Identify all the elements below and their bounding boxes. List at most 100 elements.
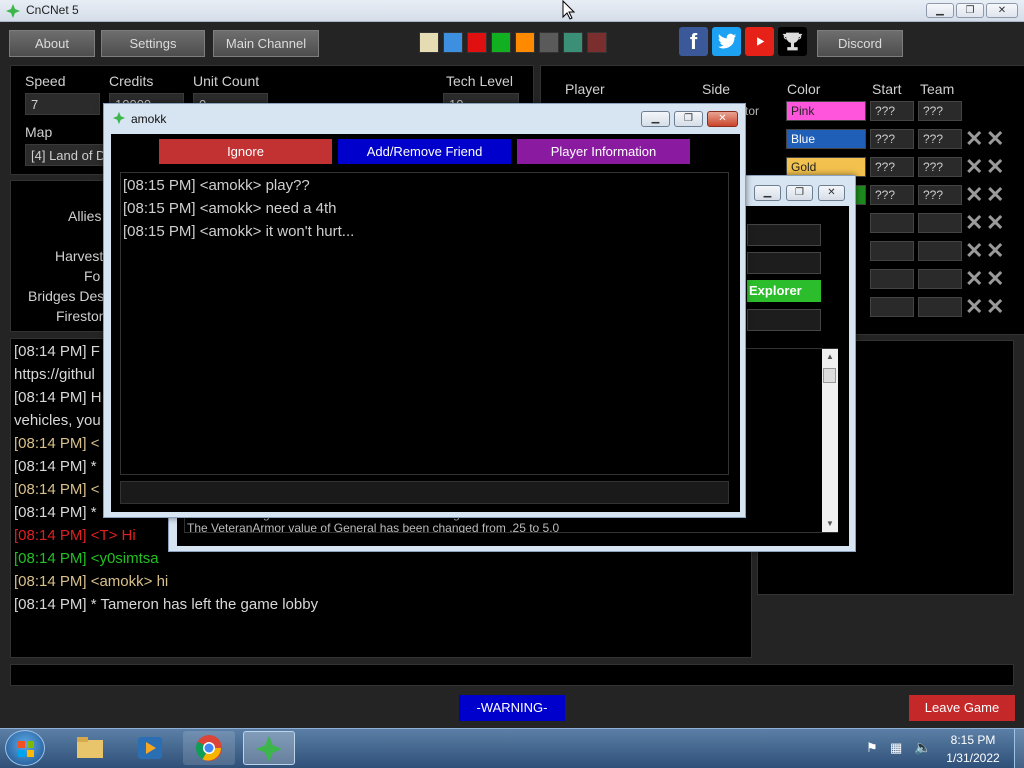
player-team-dropdown[interactable]	[918, 269, 962, 289]
player-start-dropdown[interactable]: ???	[870, 157, 914, 177]
scrollbar-thumb[interactable]	[823, 368, 836, 383]
kick-player-icon[interactable]: ✕	[965, 184, 983, 206]
ban-player-icon[interactable]: ✕	[986, 296, 1004, 318]
ban-player-icon[interactable]: ✕	[986, 268, 1004, 290]
minimize-button[interactable]: ▁	[926, 3, 954, 18]
color-swatch[interactable]	[419, 32, 439, 53]
cncnet-logo-icon	[112, 111, 126, 125]
title-bar: CnCNet 5 ▁ ❐ ✕	[0, 0, 1024, 22]
allies-option-label: Allies	[68, 208, 102, 224]
player-team-dropdown[interactable]: ???	[918, 129, 962, 149]
pm-message-input[interactable]	[120, 481, 729, 504]
pm-message-log: [08:15 PM] <amokk> play?? [08:15 PM] <amo…	[120, 172, 729, 475]
chat-input[interactable]	[10, 664, 1014, 686]
player-column-header: Player	[565, 81, 605, 97]
settings-field-3[interactable]	[747, 309, 821, 331]
clock-date[interactable]: 1/31/2022	[941, 751, 1005, 765]
player-team-dropdown[interactable]	[918, 241, 962, 261]
facebook-icon[interactable]: f	[679, 27, 708, 56]
color-swatch[interactable]	[587, 32, 607, 53]
scroll-down-arrow-icon[interactable]: ▼	[826, 519, 834, 528]
color-swatch[interactable]	[491, 32, 511, 53]
player-color-dropdown[interactable]: Pink	[786, 101, 866, 121]
bridges-option-label: Bridges Des	[28, 288, 105, 304]
ban-player-icon[interactable]: ✕	[986, 184, 1004, 206]
settings-dialog-minimize-button[interactable]: ▁	[754, 185, 781, 201]
player-team-dropdown[interactable]	[918, 213, 962, 233]
pm-message: [08:15 PM] <amokk> it won't hurt...	[123, 223, 355, 240]
media-player-icon[interactable]	[124, 731, 176, 765]
settings-dialog-close-button[interactable]: ✕	[818, 185, 845, 201]
youtube-icon[interactable]	[745, 27, 774, 56]
kick-player-icon[interactable]: ✕	[965, 128, 983, 150]
color-swatch[interactable]	[515, 32, 535, 53]
player-start-dropdown[interactable]	[870, 213, 914, 233]
player-start-dropdown[interactable]	[870, 297, 914, 317]
explorer-button[interactable]: Explorer	[747, 280, 821, 302]
tray-volume-icon[interactable]: 🔈	[914, 739, 931, 756]
player-team-dropdown[interactable]: ???	[918, 101, 962, 121]
ban-player-icon[interactable]: ✕	[986, 156, 1004, 178]
tray-network-icon[interactable]: ▦	[890, 740, 902, 756]
speed-dropdown[interactable]: 7	[25, 93, 100, 115]
scroll-up-arrow-icon[interactable]: ▲	[826, 352, 834, 361]
tech-level-label: Tech Level	[446, 73, 513, 89]
color-swatch[interactable]	[539, 32, 559, 53]
ignore-button[interactable]: Ignore	[159, 139, 332, 164]
pm-minimize-button[interactable]: ▁	[641, 111, 670, 127]
kick-player-icon[interactable]: ✕	[965, 240, 983, 262]
player-color-dropdown[interactable]: Blue	[786, 129, 866, 149]
settings-field-1[interactable]	[747, 224, 821, 246]
settings-log-scrollbar[interactable]: ▲ ▼	[822, 349, 838, 532]
cncnet-taskbar-icon[interactable]	[243, 731, 295, 765]
color-column-header: Color	[787, 81, 821, 97]
map-label: Map	[25, 124, 53, 140]
credits-label: Credits	[109, 73, 154, 89]
kick-player-icon[interactable]: ✕	[965, 212, 983, 234]
show-desktop-button[interactable]	[1014, 729, 1024, 768]
close-button[interactable]: ✕	[986, 3, 1018, 18]
pm-dialog-title: amokk	[131, 112, 167, 126]
settings-dialog-maximize-button[interactable]: ❐	[786, 185, 813, 201]
window-title: CnCNet 5	[26, 3, 79, 17]
color-swatch[interactable]	[563, 32, 583, 53]
add-remove-friend-button[interactable]: Add/Remove Friend	[338, 139, 511, 164]
pm-close-button[interactable]: ✕	[707, 111, 738, 127]
chat-message: [08:14 PM] * Tameron has left the game l…	[14, 596, 319, 613]
color-swatch[interactable]	[467, 32, 487, 53]
ban-player-icon[interactable]: ✕	[986, 240, 1004, 262]
kick-player-icon[interactable]: ✕	[965, 296, 983, 318]
player-team-dropdown[interactable]: ???	[918, 157, 962, 177]
start-button[interactable]	[5, 730, 45, 766]
kick-player-icon[interactable]: ✕	[965, 268, 983, 290]
pm-maximize-button[interactable]: ❐	[674, 111, 703, 127]
trophy-icon[interactable]	[778, 27, 807, 56]
team-column-header: Team	[920, 81, 955, 97]
color-swatch[interactable]	[443, 32, 463, 53]
player-team-dropdown[interactable]: ???	[918, 185, 962, 205]
leave-game-button[interactable]: Leave Game	[909, 695, 1015, 721]
maximize-button[interactable]: ❐	[956, 3, 984, 18]
ban-player-icon[interactable]: ✕	[986, 212, 1004, 234]
player-team-dropdown[interactable]	[918, 297, 962, 317]
about-button[interactable]: About	[9, 30, 95, 57]
player-start-dropdown[interactable]: ???	[870, 101, 914, 121]
settings-field-2[interactable]	[747, 252, 821, 274]
file-explorer-icon[interactable]	[64, 731, 116, 765]
discord-button[interactable]: Discord	[817, 30, 903, 57]
clock-time[interactable]: 8:15 PM	[948, 733, 998, 747]
warning-button[interactable]: -WARNING-	[459, 695, 565, 721]
kick-player-icon[interactable]: ✕	[965, 156, 983, 178]
twitter-icon[interactable]	[712, 27, 741, 56]
player-start-dropdown[interactable]: ???	[870, 129, 914, 149]
player-start-dropdown[interactable]: ???	[870, 185, 914, 205]
player-information-button[interactable]: Player Information	[517, 139, 690, 164]
tray-flag-icon[interactable]: ⚑	[866, 740, 878, 756]
chrome-icon[interactable]	[183, 731, 235, 765]
ban-player-icon[interactable]: ✕	[986, 128, 1004, 150]
player-start-dropdown[interactable]	[870, 269, 914, 289]
main-channel-button[interactable]: Main Channel	[213, 30, 319, 57]
player-start-dropdown[interactable]	[870, 241, 914, 261]
settings-button[interactable]: Settings	[101, 30, 205, 57]
player-color-dropdown[interactable]: Gold	[786, 157, 866, 177]
